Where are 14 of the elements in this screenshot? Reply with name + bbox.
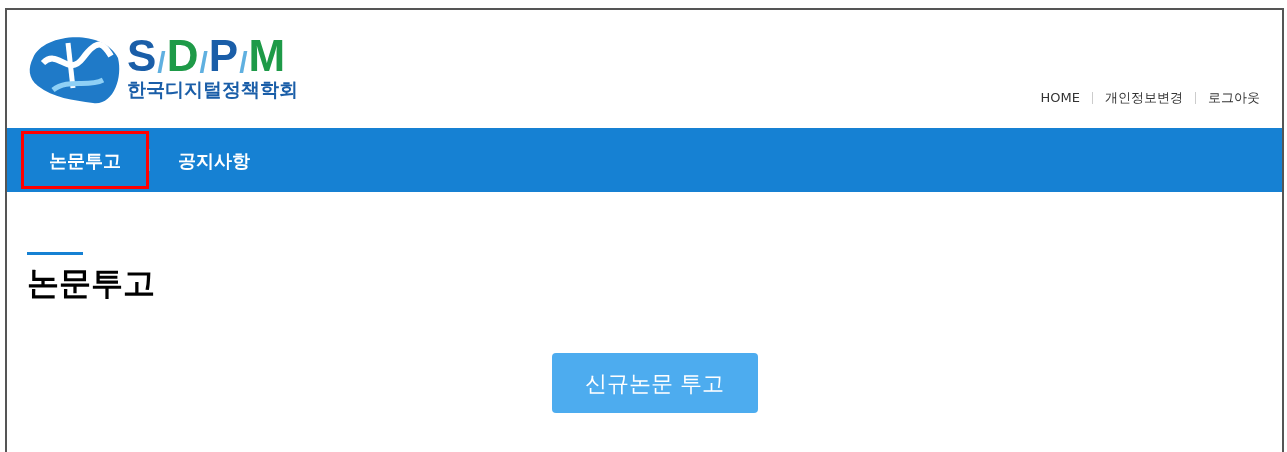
logo-letter: M: [248, 34, 286, 79]
logo-letter: /: [199, 48, 208, 79]
nav-tab[interactable]: 공지사항: [152, 133, 276, 187]
logo-subtitle: 한국디지털정책학회: [127, 78, 298, 102]
logo-letter: /: [157, 48, 166, 79]
logo-letter: D: [166, 34, 199, 79]
top-link[interactable]: 로그아웃: [1208, 88, 1260, 108]
logo-letter: S: [127, 34, 157, 79]
top-link[interactable]: HOME: [1040, 88, 1080, 108]
top-link[interactable]: 개인정보변경: [1105, 88, 1183, 108]
logo-letter: /: [239, 48, 248, 79]
page-title: 논문투고: [27, 267, 156, 299]
nav-tab[interactable]: 논문투고: [23, 133, 147, 187]
logo-letter: P: [208, 34, 239, 79]
